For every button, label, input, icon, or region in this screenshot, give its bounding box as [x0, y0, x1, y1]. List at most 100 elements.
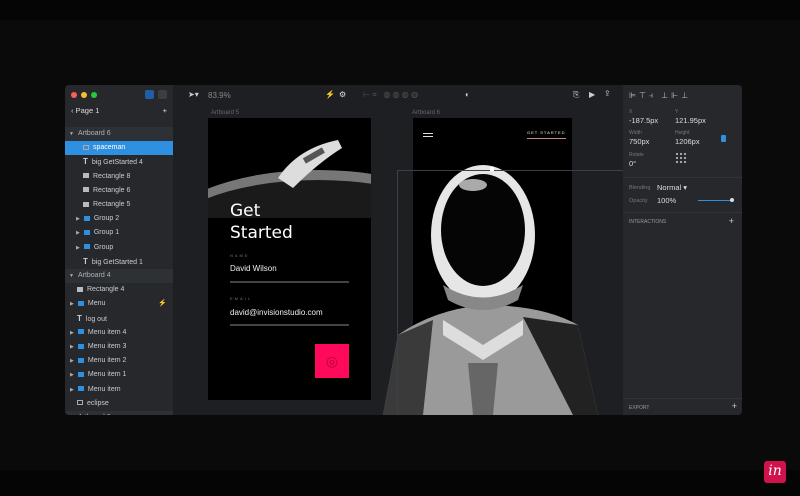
disclosure-triangle-icon[interactable]: ▼ [69, 269, 74, 283]
text-icon: T [83, 157, 88, 167]
title-line-2: Started [230, 223, 293, 243]
minimize-button[interactable] [81, 92, 87, 98]
height-field[interactable]: 1206px [675, 137, 700, 146]
disclosure-triangle-icon[interactable]: ▶ [70, 297, 74, 311]
opacity-field[interactable]: 100% [657, 196, 676, 205]
layer-item[interactable]: ▶ Group 1 [65, 226, 173, 240]
add-interaction-icon[interactable]: + [729, 216, 734, 226]
lock-icon[interactable] [721, 135, 726, 142]
opacity-slider-handle[interactable] [730, 198, 734, 202]
layer-item[interactable]: Rectangle 6 [65, 184, 173, 198]
image-icon [83, 144, 89, 150]
disclosure-triangle-icon[interactable]: ▶ [76, 226, 80, 240]
alignment-icons[interactable]: ⊫⊤⫞ ⊥⊩⊥ [629, 91, 691, 101]
selection-handle[interactable] [490, 167, 494, 171]
layer-label: Menu [87, 300, 106, 308]
menu-icon[interactable] [423, 133, 433, 134]
page-selector[interactable]: ‹ Page 1 + [65, 104, 173, 118]
opacity-slider[interactable] [698, 198, 734, 202]
folder-icon [77, 372, 84, 378]
disclosure-triangle-icon[interactable]: ▼ [69, 411, 74, 415]
folder-icon [83, 215, 90, 221]
select-tool-icon[interactable]: ➤▾ [188, 90, 199, 99]
folder-icon [77, 329, 84, 335]
layer-label: Artboard 6 [77, 130, 111, 137]
share-icon[interactable]: ⇪ [604, 89, 611, 98]
disclosure-triangle-icon[interactable]: ▶ [70, 340, 74, 354]
maximize-button[interactable] [91, 92, 97, 98]
close-button[interactable] [71, 92, 77, 98]
page-name: Page 1 [75, 106, 100, 115]
artboard-5[interactable]: Get Started NAME David Wilson EMAIL david… [208, 118, 371, 400]
disclosure-triangle-icon[interactable]: ▼ [69, 127, 74, 141]
layer-item[interactable]: Rectangle 5 [65, 198, 173, 212]
title: Get Started [230, 200, 293, 244]
rect-icon [83, 187, 89, 193]
add-page-icon[interactable]: + [163, 104, 167, 118]
get-started-link[interactable]: GET STARTED [527, 130, 566, 139]
layer-label: spaceman [93, 144, 126, 152]
layer-artboard[interactable]: ▼ Artboard 6 [65, 127, 173, 141]
fingerprint-button[interactable]: ◎ [315, 344, 349, 378]
disclosure-triangle-icon[interactable]: ▶ [76, 212, 80, 226]
layer-item[interactable]: Rectangle 4 [65, 283, 173, 297]
layer-label: Artboard 4 [77, 272, 111, 279]
layer-item[interactable]: ▶ Menu item 3 [65, 340, 173, 354]
gear-icon[interactable]: ⚙ [339, 90, 346, 99]
name-underline [230, 281, 349, 283]
layer-label: Menu item 1 [87, 371, 127, 379]
lightning-icon[interactable]: ⚡ [325, 90, 335, 99]
disclosure-triangle-icon[interactable]: ▶ [70, 368, 74, 382]
anchor-point-grid[interactable] [675, 152, 687, 164]
layer-item[interactable]: ▶ Group [65, 241, 173, 255]
height-label: Height [675, 130, 690, 136]
interactions-header: INTERACTIONS [629, 219, 667, 225]
layer-label: big GetStarted 4 [91, 159, 143, 167]
email-field[interactable]: david@invisionstudio.com [230, 308, 323, 317]
canvas[interactable]: ➤▾ 83.9% ⚡ ⚙ ⊢ ⌗ ◍ ◍ ◍ ◍ ◐ ⎘ ▶ ⇪ Artboar… [173, 85, 655, 415]
disclosure-triangle-icon[interactable]: ▶ [76, 241, 80, 255]
mask-icon[interactable]: ◐ [465, 90, 470, 99]
layer-artboard[interactable]: ▼ Artboard 3 [65, 411, 173, 415]
name-field[interactable]: David Wilson [230, 264, 277, 273]
spaceman-image[interactable] [373, 145, 623, 415]
layer-item[interactable]: Tbig GetStarted 4 [65, 155, 173, 169]
layer-artboard[interactable]: ▼ Artboard 4 [65, 269, 173, 283]
x-field[interactable]: -187.5px [629, 116, 658, 125]
device-preview-icon[interactable]: ⎘ [573, 90, 579, 100]
disclosure-triangle-icon[interactable]: ▶ [70, 383, 74, 397]
layer-item[interactable]: Tbig GetStarted 1 [65, 255, 173, 269]
disclosure-triangle-icon[interactable]: ▶ [70, 326, 74, 340]
rotate-label: Rotate [629, 152, 644, 158]
text-icon: T [77, 313, 82, 323]
rect-icon [77, 286, 83, 292]
layer-item[interactable]: Tlog out [65, 312, 173, 326]
layer-item[interactable]: ▶ Menu item 4 [65, 326, 173, 340]
align-icons[interactable]: ⊢ ⌗ ◍ ◍ ◍ ◍ [363, 90, 418, 100]
rotate-field[interactable]: 0° [629, 159, 636, 168]
play-icon[interactable]: ▶ [589, 90, 595, 99]
zoom-level[interactable]: 83.9% [208, 91, 231, 100]
layer-item[interactable]: ▶ Menu item 2 [65, 354, 173, 368]
assets-icon[interactable] [158, 90, 167, 99]
artboard-6-label[interactable]: Artboard 6 [412, 110, 440, 116]
folder-icon [77, 301, 84, 307]
x-label: X [629, 109, 633, 115]
width-field[interactable]: 750px [629, 137, 649, 146]
layer-item[interactable]: ▶ Menu item 1 [65, 368, 173, 382]
artboard-5-label[interactable]: Artboard 5 [211, 110, 239, 116]
layer-item[interactable]: spaceman [65, 141, 173, 156]
layer-item[interactable]: Rectangle 8 [65, 170, 173, 184]
layer-item[interactable]: eclipse [65, 397, 173, 411]
text-icon: T [83, 256, 88, 266]
layer-item[interactable]: ▶ Menu item [65, 383, 173, 397]
blending-select[interactable]: Normal ▾ [657, 183, 687, 192]
layers-icon[interactable] [145, 90, 154, 99]
disclosure-triangle-icon[interactable]: ▶ [70, 354, 74, 368]
folder-icon [77, 386, 84, 392]
layer-label: Menu item [87, 385, 121, 393]
layer-item[interactable]: ▶ Group 2 [65, 212, 173, 226]
y-field[interactable]: 121.95px [675, 116, 706, 125]
add-export-icon[interactable]: + [732, 401, 737, 411]
layer-item[interactable]: ▶ Menu ⚡ [65, 297, 173, 311]
